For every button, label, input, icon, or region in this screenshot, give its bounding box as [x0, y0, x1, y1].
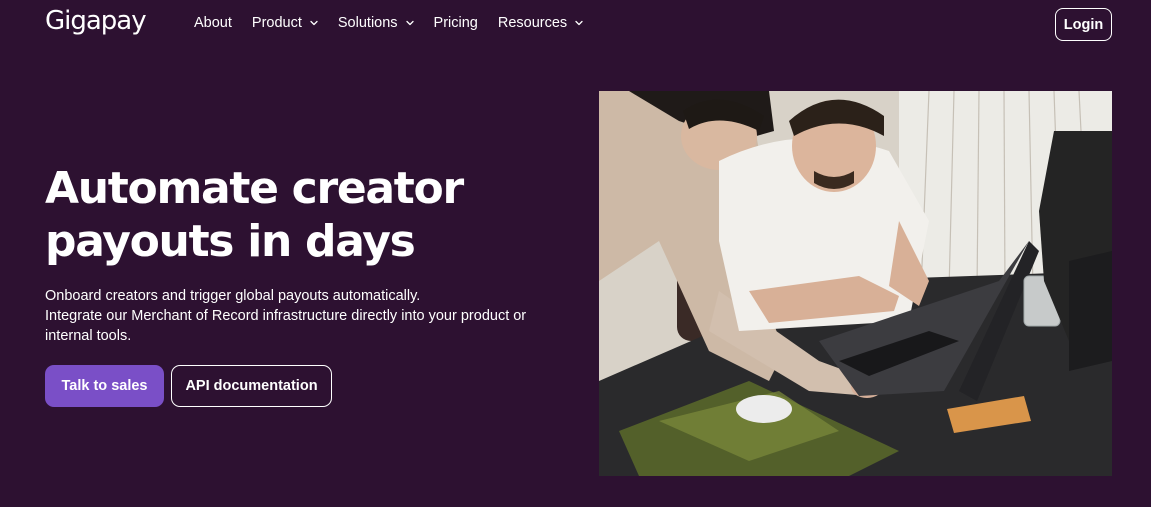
nav-item-product[interactable]: Product — [252, 15, 318, 31]
hero-description: Onboard creators and trigger global payo… — [45, 286, 545, 346]
hero-photo-illustration — [599, 91, 1112, 476]
hero-headline: Automate creator payouts in days — [45, 162, 565, 268]
hero-photo — [599, 91, 1112, 476]
gigapay-logo[interactable]: Gigapay — [45, 6, 147, 36]
nav-item-label: Pricing — [433, 15, 478, 31]
hero-headline-line: Automate creator — [45, 163, 464, 214]
nav-item-about[interactable]: About — [194, 15, 232, 31]
nav-item-pricing[interactable]: Pricing — [434, 15, 478, 31]
hero-headline-line: payouts in days — [45, 216, 416, 267]
login-button[interactable]: Login — [1055, 8, 1112, 41]
site-header: Gigapay About Product Solutions Pricing … — [0, 0, 1151, 50]
main-nav: About Product Solutions Pricing Resource… — [194, 15, 603, 31]
talk-to-sales-button[interactable]: Talk to sales — [45, 365, 164, 407]
nav-item-solutions[interactable]: Solutions — [338, 15, 414, 31]
api-documentation-button[interactable]: API documentation — [171, 365, 332, 407]
nav-item-label: About — [194, 15, 232, 31]
nav-item-resources[interactable]: Resources — [498, 15, 583, 31]
nav-item-label: Product — [251, 15, 302, 31]
nav-item-label: Solutions — [337, 15, 398, 31]
chevron-down-icon — [575, 19, 583, 27]
hero-description-line: Onboard creators and trigger global payo… — [45, 288, 421, 304]
chevron-down-icon — [310, 19, 318, 27]
hero-description-line: Integrate our Merchant of Record infrast… — [45, 308, 527, 344]
nav-item-label: Resources — [497, 15, 568, 31]
chevron-down-icon — [405, 19, 414, 27]
